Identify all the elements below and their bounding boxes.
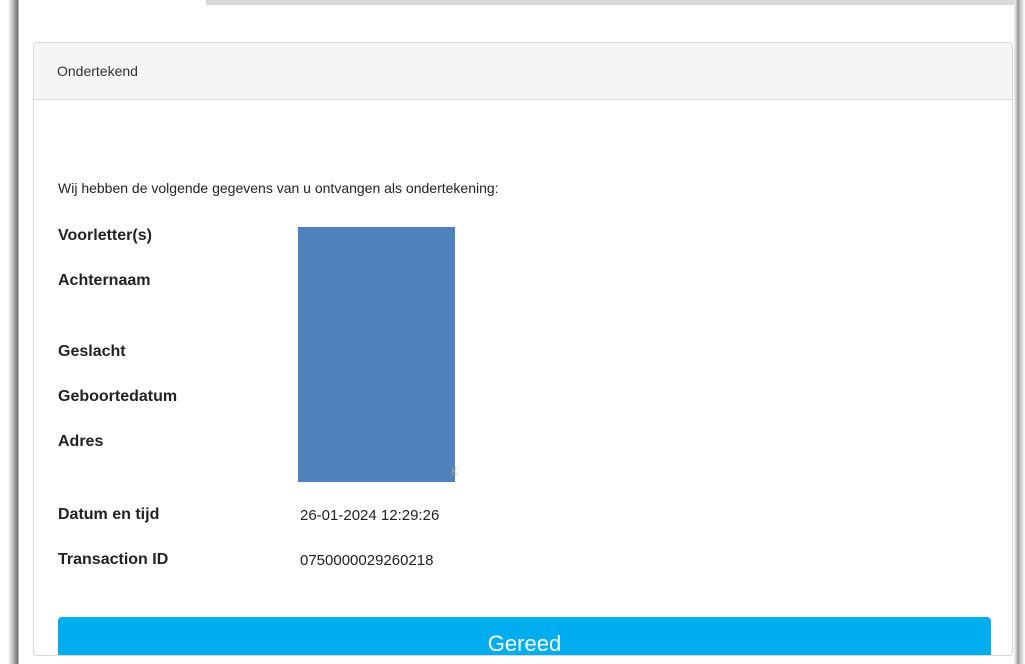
redacted-text-fragment: ε: [451, 462, 458, 478]
surname-label: Achternaam: [58, 272, 151, 289]
top-border-strip: [206, 0, 1025, 5]
intro-text: Wij hebben de volgende gegevens van u on…: [58, 180, 499, 196]
done-button[interactable]: Gereed: [58, 617, 991, 655]
window-shadow-right: [1014, 0, 1025, 664]
transaction-id-value: 0750000029260218: [300, 552, 434, 569]
redaction-block: [298, 227, 455, 482]
transaction-id-label: Transaction ID: [58, 551, 169, 568]
gender-label: Geslacht: [58, 343, 126, 360]
datetime-label: Datum en tijd: [58, 506, 160, 523]
signed-panel: Ondertekend Wij hebben de volgende gegev…: [33, 42, 1013, 656]
initials-label: Voorletter(s): [58, 227, 152, 244]
screen: Ondertekend Wij hebben de volgende gegev…: [0, 0, 1025, 664]
address-label: Adres: [58, 433, 104, 450]
window-shadow-left: [0, 0, 20, 664]
birthdate-label: Geboortedatum: [58, 388, 178, 405]
panel-title: Ondertekend: [34, 43, 1012, 100]
datetime-value: 26-01-2024 12:29:26: [300, 507, 440, 524]
